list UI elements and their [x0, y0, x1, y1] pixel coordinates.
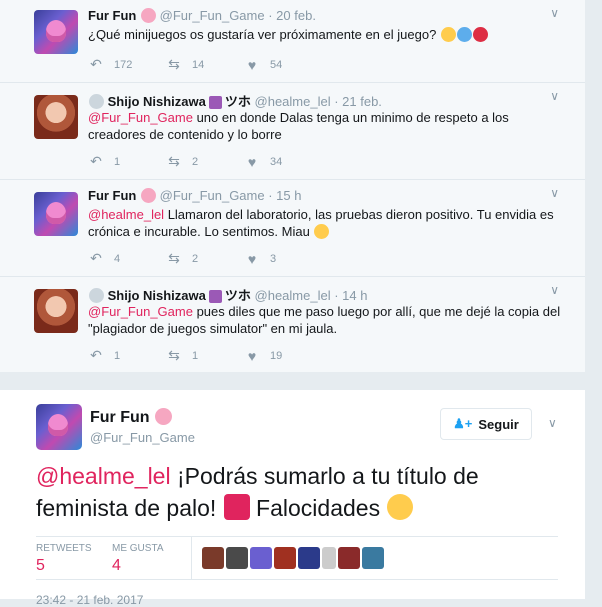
flower-emoji-icon [141, 8, 157, 23]
tweet-item[interactable]: Fur Fun @Fur_Fun_Game · 20 feb. ∨ ¿Qué m… [0, 0, 585, 83]
reply-icon: ↶ [90, 56, 102, 72]
tweet-item[interactable]: Shijo Nishizawa ツホ @healme_lel · 14 h ∨ @… [0, 277, 585, 374]
white-heart-emoji-icon [223, 494, 250, 520]
like-button[interactable]: ♥ 54 [244, 56, 322, 73]
rabbit-emoji-icon [89, 94, 104, 109]
reply-icon: ↶ [90, 250, 102, 266]
kiss-emoji-icon [440, 27, 456, 42]
tweet-item[interactable]: Shijo Nishizawa ツホ @healme_lel · 21 feb. … [0, 83, 585, 180]
reply-icon: ↶ [90, 347, 102, 363]
tweet-text: @healme_lel Llamaron del laboratorio, la… [88, 207, 554, 239]
avatar[interactable] [250, 547, 272, 569]
heart-emoji-icon [472, 27, 488, 42]
avatar[interactable] [36, 404, 82, 450]
chevron-down-icon[interactable]: ∨ [550, 89, 559, 103]
user-name[interactable]: Fur Fun [88, 188, 136, 203]
tweet-item[interactable]: Fur Fun @Fur_Fun_Game · 15 h ∨ @healme_l… [0, 180, 585, 277]
rabbit-emoji-icon [89, 288, 104, 303]
tweet-time[interactable]: · 21 feb. [334, 94, 382, 109]
retweet-icon: ⇆ [168, 153, 180, 169]
avatar[interactable] [298, 547, 320, 569]
tweet-actions: ↶ 172 ⇆ 14 ♥ 54 [88, 56, 322, 73]
avatar[interactable] [362, 547, 384, 569]
user-handle[interactable]: @Fur_Fun_Game [160, 8, 265, 23]
tweet-time[interactable]: · 14 h [334, 288, 367, 303]
heart-icon: ♥ [247, 56, 257, 73]
tweet-actions: ↶ 1 ⇆ 2 ♥ 34 [88, 153, 322, 170]
heart-icon: ♥ [247, 250, 257, 267]
tweet-time[interactable]: · 15 h [268, 188, 301, 203]
gemini-icon [208, 96, 222, 109]
mention-link[interactable]: @healme_lel [88, 207, 164, 222]
follow-user-icon: ♟+ [453, 416, 473, 431]
flower-emoji-icon [141, 188, 157, 203]
avatar[interactable] [34, 289, 78, 333]
chevron-down-icon[interactable]: ∨ [550, 186, 559, 200]
reply-button[interactable]: ↶ 1 [88, 153, 166, 170]
avatar[interactable] [34, 192, 78, 236]
heart-icon: ♥ [247, 153, 257, 170]
user-handle[interactable]: @healme_lel [255, 288, 331, 303]
blue-heart-emoji-icon [456, 27, 472, 42]
retweet-button[interactable]: ⇆ 1 [166, 347, 244, 364]
tweet-timestamp[interactable]: 23:42 - 21 feb. 2017 [36, 593, 143, 607]
retweet-button[interactable]: ⇆ 2 [166, 250, 244, 267]
mention-link[interactable]: @Fur_Fun_Game [88, 110, 193, 125]
user-name[interactable]: Shijo Nishizawa [108, 288, 206, 303]
reply-button[interactable]: ↶ 4 [88, 250, 166, 267]
retweet-icon: ⇆ [168, 250, 180, 266]
retweet-button[interactable]: ⇆ 2 [166, 153, 244, 170]
retweet-icon: ⇆ [168, 56, 180, 72]
like-button[interactable]: ♥ 19 [244, 347, 322, 364]
tweet-actions: ↶ 1 ⇆ 1 ♥ 19 [88, 347, 322, 364]
avatar[interactable] [338, 547, 360, 569]
likers-avatars [202, 547, 384, 569]
flower-emoji-icon [155, 408, 172, 425]
avatar[interactable] [322, 547, 336, 569]
reply-button[interactable]: ↶ 1 [88, 347, 166, 364]
like-button[interactable]: ♥ 3 [244, 250, 322, 267]
crying-cat-emoji-icon [314, 224, 330, 239]
divider [191, 537, 192, 579]
chevron-down-icon[interactable]: ∨ [550, 283, 559, 297]
heart-eyes-emoji-icon [387, 494, 414, 520]
follow-button[interactable]: ♟+ Seguir [440, 408, 532, 440]
user-handle[interactable]: @healme_lel [255, 94, 331, 109]
user-name[interactable]: Fur Fun [88, 8, 136, 23]
tweet-time[interactable]: · 20 feb. [268, 8, 316, 23]
gemini-icon [208, 290, 222, 303]
avatar[interactable] [274, 547, 296, 569]
user-handle[interactable]: @Fur_Fun_Game [90, 430, 195, 445]
chevron-down-icon[interactable]: ∨ [550, 6, 559, 20]
retweet-icon: ⇆ [168, 347, 180, 363]
user-name[interactable]: Shijo Nishizawa [108, 94, 206, 109]
retweets-stat[interactable]: RETWEETS 5 [36, 543, 92, 575]
tweet-stats: RETWEETS 5 ME GUSTA 4 [36, 536, 558, 580]
user-handle[interactable]: @Fur_Fun_Game [160, 188, 265, 203]
chevron-down-icon[interactable]: ∨ [548, 416, 557, 430]
main-tweet: Fur Fun @Fur_Fun_Game ♟+ Seguir ∨ @healm… [0, 390, 585, 607]
retweet-button[interactable]: ⇆ 14 [166, 56, 244, 73]
reply-icon: ↶ [90, 153, 102, 169]
likes-stat[interactable]: ME GUSTA 4 [112, 543, 163, 575]
tweet-actions: ↶ 4 ⇆ 2 ♥ 3 [88, 250, 322, 267]
user-name[interactable]: Fur Fun [90, 409, 150, 426]
heart-icon: ♥ [247, 347, 257, 364]
tweet-text: @Fur_Fun_Game pues diles que me paso lue… [88, 304, 561, 336]
avatar[interactable] [226, 547, 248, 569]
mention-link[interactable]: @healme_lel [36, 463, 171, 489]
mention-link[interactable]: @Fur_Fun_Game [88, 304, 193, 319]
conversation-thread: Fur Fun @Fur_Fun_Game · 20 feb. ∨ ¿Qué m… [0, 0, 585, 372]
avatar[interactable] [34, 10, 78, 54]
avatar[interactable] [34, 95, 78, 139]
like-button[interactable]: ♥ 34 [244, 153, 322, 170]
tweet-text: @healme_lel ¡Podrás sumarlo a tu título … [36, 463, 479, 521]
tweet-text: ¿Qué minijuegos os gustaría ver próximam… [88, 26, 568, 43]
reply-button[interactable]: ↶ 172 [88, 56, 166, 73]
tweet-text: @Fur_Fun_Game uno en donde Dalas tenga u… [88, 110, 509, 142]
avatar[interactable] [202, 547, 224, 569]
